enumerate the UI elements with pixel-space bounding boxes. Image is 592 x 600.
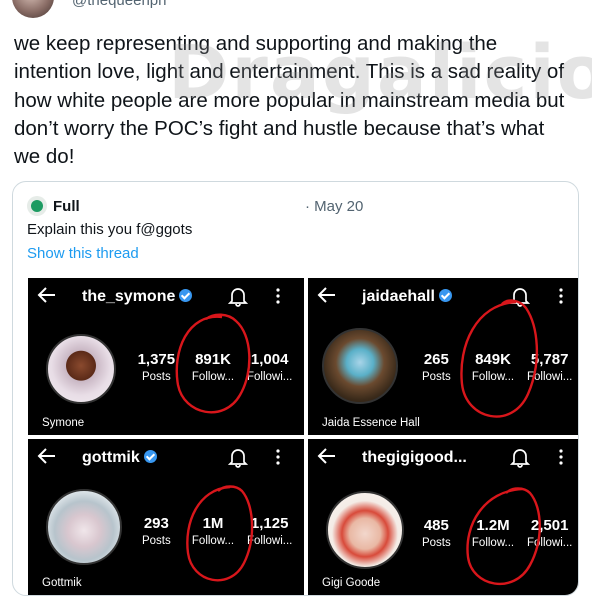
profile-stats: 265 Posts 849K Follow... 5,787 Followi... [408, 351, 578, 383]
profile-stats: 293 Posts 1M Follow... 1,125 Followi... [128, 515, 298, 547]
profile-panel-gigi: thegigigood... 485 Posts 1.2M Follow... 2,… [308, 439, 578, 595]
profile-picture[interactable] [46, 334, 116, 404]
show-thread-link[interactable]: Show this thread [27, 245, 139, 262]
back-arrow-icon[interactable] [36, 284, 58, 306]
tweet-text: we keep representing and supporting and … [14, 32, 565, 169]
profile-picture[interactable] [46, 489, 122, 565]
more-vertical-icon[interactable] [558, 286, 564, 306]
more-vertical-icon[interactable] [275, 286, 281, 306]
bell-icon[interactable] [228, 285, 248, 307]
following-stat[interactable]: 5,787 Followi... [521, 351, 578, 383]
profile-panel-gottmik: gottmik 293 Posts 1M Follow... 1,125 Follow… [28, 439, 304, 595]
back-arrow-icon[interactable] [36, 445, 58, 467]
quoted-tweet-card[interactable]: Full · May 20 Explain this you f@ggots S… [12, 181, 579, 596]
posts-stat[interactable]: 265 Posts [408, 351, 465, 383]
profile-picture[interactable] [326, 491, 404, 569]
profile-stats: 1,375 Posts 891K Follow... 1,004 Followi... [128, 351, 298, 383]
following-stat[interactable]: 1,004 Followi... [241, 351, 298, 383]
profile-panel-jaida: jaidaehall 265 Posts 849K Follow... 5,787 F… [308, 278, 578, 435]
profile-display-name: Symone [42, 417, 85, 429]
posts-stat[interactable]: 1,375 Posts [128, 351, 185, 383]
posts-stat[interactable]: 485 Posts [408, 517, 465, 549]
quoted-tweet-header: Full [27, 196, 80, 216]
author-handle[interactable]: @thequeenph [72, 0, 166, 9]
profile-username: thegigigood... [362, 449, 467, 466]
instagram-screenshots-grid: the_symone 1,375 Posts 891K Follow... 1,00… [28, 278, 578, 595]
author-avatar[interactable] [12, 0, 54, 18]
quoted-author-avatar[interactable] [27, 196, 47, 216]
more-vertical-icon[interactable] [558, 447, 564, 467]
profile-username: jaidaehall [362, 288, 452, 306]
profile-display-name: Gigi Goode [322, 577, 381, 589]
quoted-tweet-date[interactable]: · May 20 [305, 198, 363, 215]
profile-display-name: Jaida Essence Hall [322, 417, 420, 429]
quoted-tweet-text: Explain this you f@ggots [27, 221, 193, 238]
profile-username: gottmik [82, 449, 157, 467]
profile-stats: 485 Posts 1.2M Follow... 2,501 Followi... [408, 517, 578, 549]
verified-badge-icon [143, 450, 157, 463]
tweet-author-row: @thequeenph [0, 0, 592, 24]
profile-display-name: Gottmik [42, 577, 82, 589]
followers-stat[interactable]: 891K Follow... [185, 351, 242, 383]
back-arrow-icon[interactable] [316, 445, 338, 467]
back-arrow-icon[interactable] [316, 284, 338, 306]
followers-stat[interactable]: 849K Follow... [465, 351, 522, 383]
profile-username: the_symone [82, 288, 193, 306]
followers-stat[interactable]: 1.2M Follow... [465, 517, 522, 549]
following-stat[interactable]: 2,501 Followi... [521, 517, 578, 549]
quoted-author-name[interactable]: Full [53, 198, 80, 215]
bell-icon[interactable] [510, 446, 530, 468]
bell-icon[interactable] [510, 285, 530, 307]
profile-picture[interactable] [322, 328, 398, 404]
verified-badge-icon [179, 289, 193, 302]
posts-stat[interactable]: 293 Posts [128, 515, 185, 547]
verified-badge-icon [438, 289, 452, 302]
following-stat[interactable]: 1,125 Followi... [241, 515, 298, 547]
bell-icon[interactable] [228, 446, 248, 468]
followers-stat[interactable]: 1M Follow... [185, 515, 242, 547]
more-vertical-icon[interactable] [275, 447, 281, 467]
profile-panel-symone: the_symone 1,375 Posts 891K Follow... 1,00… [28, 278, 304, 435]
